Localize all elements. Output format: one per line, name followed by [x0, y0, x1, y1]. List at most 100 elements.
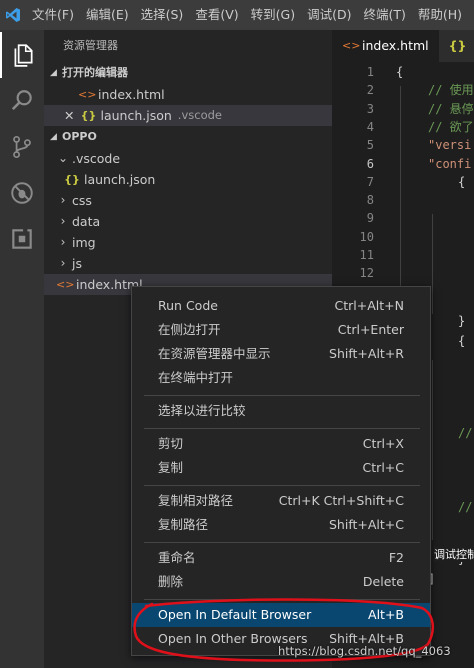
code-line: // 使用 [428, 83, 474, 98]
html-file-icon: <> [56, 278, 75, 291]
menu-item-label: 剪切 [158, 436, 184, 451]
open-editors-header[interactable]: ◢ 打开的编辑器 [44, 62, 332, 84]
menu-item-label: 在侧边打开 [158, 322, 221, 337]
menu-item-label: Run Code [158, 298, 218, 313]
tree-item-label: .vscode [72, 151, 121, 166]
chevron-down-icon: ⌄ [57, 151, 69, 165]
rename-menu-item[interactable]: 重命名 F2 [132, 546, 430, 570]
menu-item-label: 删除 [158, 574, 184, 589]
tree-item-js[interactable]: › js [44, 253, 332, 274]
tree-item-label: img [72, 235, 96, 250]
expanded-chevron-icon: ◢ [50, 68, 57, 78]
code-line: "versi [428, 138, 472, 153]
watermark-text: https://blog.csdn.net/qq_4063 [278, 644, 451, 658]
open-editor-item[interactable]: ✕ {} launch.json .vscode [44, 105, 332, 126]
code-line: // 悬停 [428, 101, 474, 116]
tree-item-img[interactable]: › img [44, 232, 332, 253]
tab-launch-json[interactable]: {} [438, 30, 474, 62]
menu-item-shortcut: Ctrl+K Ctrl+Shift+C [278, 493, 404, 508]
menu-file[interactable]: 文件(F) [26, 0, 80, 30]
open-editor-name: index.html [98, 87, 165, 102]
line-number: 5 [366, 138, 374, 153]
open-in-terminal-menu-item[interactable]: 在终端中打开 [132, 366, 430, 390]
open-editor-item[interactable]: <> index.html [44, 84, 332, 105]
close-icon[interactable]: ✕ [64, 105, 74, 126]
open-to-side-menu-item[interactable]: 在侧边打开 Ctrl+Enter [132, 318, 430, 342]
tree-item-launch-json[interactable]: {} launch.json [44, 169, 332, 190]
code-line: // [458, 426, 473, 440]
folder-label: OPPO [62, 130, 97, 143]
tree-item-label: js [72, 256, 82, 271]
menu-bar: 文件(F) 编辑(E) 选择(S) 查看(V) 转到(G) 调试(D) 终端(T… [0, 0, 474, 30]
copy-relative-path-menu-item[interactable]: 复制相对路径 Ctrl+K Ctrl+Shift+C [132, 489, 430, 513]
debug-console-partial-label: 调试控制 [434, 546, 474, 562]
delete-menu-item[interactable]: 删除 Delete [132, 570, 430, 594]
select-for-compare-menu-item[interactable]: 选择以进行比较 [132, 399, 430, 423]
line-number: 3 [366, 101, 374, 116]
chevron-right-icon: › [60, 256, 66, 270]
open-editor-name: launch.json [100, 108, 172, 123]
source-control-icon[interactable] [0, 124, 44, 170]
menu-edit[interactable]: 编辑(E) [80, 0, 135, 30]
menu-debug[interactable]: 调试(D) [301, 0, 357, 30]
menu-item-shortcut: Shift+Alt+C [328, 517, 404, 532]
open-editor-description: .vscode [177, 108, 222, 122]
run-code-menu-item[interactable]: Run Code Ctrl+Alt+N [132, 294, 430, 318]
search-icon[interactable] [0, 78, 44, 124]
activity-bar [0, 30, 44, 668]
line-number: 8 [366, 193, 374, 208]
json-file-icon: {} [64, 173, 80, 186]
menu-terminal[interactable]: 终端(T) [357, 0, 411, 30]
json-file-icon: {} [80, 109, 97, 122]
folder-header[interactable]: ◢ OPPO [44, 126, 332, 148]
menu-item-label: 复制 [158, 460, 184, 475]
line-number: 12 [359, 266, 374, 281]
code-line: // [458, 500, 473, 514]
menu-item-label: 复制路径 [158, 517, 209, 532]
expanded-chevron-icon: ◢ [50, 132, 57, 142]
menu-view[interactable]: 查看(V) [189, 0, 244, 30]
files-icon[interactable] [0, 32, 44, 78]
tree-item-vscode[interactable]: ⌄ .vscode [44, 148, 332, 169]
copy-path-menu-item[interactable]: 复制路径 Shift+Alt+C [132, 513, 430, 537]
menu-goto[interactable]: 转到(G) [245, 0, 301, 30]
tab-label: index.html [362, 38, 429, 53]
tree-item-label: data [72, 214, 101, 229]
open-editors-label: 打开的编辑器 [62, 66, 128, 79]
menu-item-label: 重命名 [158, 550, 196, 565]
code-line: { [458, 174, 466, 189]
tree-item-data[interactable]: › data [44, 211, 332, 232]
tab-index-html[interactable]: <> index.html [332, 30, 439, 62]
line-number: 10 [359, 229, 374, 244]
menu-item-shortcut: F2 [388, 550, 404, 565]
menu-separator [144, 395, 420, 396]
menu-item-shortcut: Ctrl+Enter [337, 322, 404, 337]
json-tab-icon: {} [448, 38, 467, 53]
copy-menu-item[interactable]: 复制 Ctrl+C [132, 456, 430, 480]
debug-icon[interactable] [0, 170, 44, 216]
line-number: 4 [366, 119, 374, 134]
code-line: // 欲了 [428, 119, 474, 134]
menu-help[interactable]: 帮助(H) [412, 0, 468, 30]
menu-selection[interactable]: 选择(S) [135, 0, 190, 30]
menu-item-shortcut: Ctrl+X [362, 436, 404, 451]
cut-menu-item[interactable]: 剪切 Ctrl+X [132, 432, 430, 456]
tree-item-css[interactable]: › css [44, 190, 332, 211]
menu-item-shortcut: Ctrl+Alt+N [334, 298, 404, 313]
extensions-icon[interactable] [0, 216, 44, 262]
indent-guide [432, 360, 433, 540]
sidebar-title: 资源管理器 [63, 39, 118, 52]
vscode-logo-icon [0, 0, 26, 30]
indent-guide [432, 214, 433, 314]
code-line: } [458, 314, 466, 328]
html-file-icon: <> [342, 39, 361, 52]
line-number: 9 [366, 211, 374, 226]
menu-item-label: 在资源管理器中显示 [158, 346, 271, 361]
menu-item-shortcut: Ctrl+C [362, 460, 404, 475]
line-number: 6 [366, 156, 374, 171]
menu-separator [144, 428, 420, 429]
menu-separator [144, 485, 420, 486]
menu-item-shortcut: Shift+Alt+R [329, 346, 404, 361]
reveal-in-explorer-menu-item[interactable]: 在资源管理器中显示 Shift+Alt+R [132, 342, 430, 366]
line-number: 2 [366, 83, 374, 98]
